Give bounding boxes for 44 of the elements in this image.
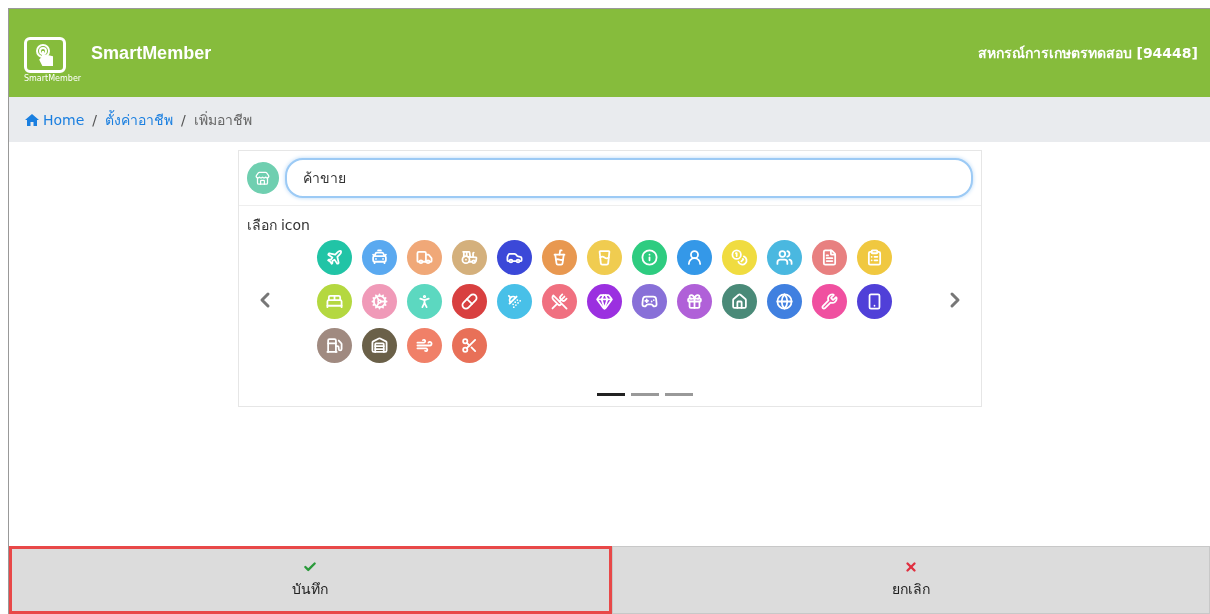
car-icon[interactable] xyxy=(496,240,532,275)
person-icon[interactable] xyxy=(676,240,712,275)
cancel-button[interactable]: ยกเลิก xyxy=(611,546,1210,614)
utensils-icon[interactable] xyxy=(541,284,577,319)
icon-picker-label: เลือก icon xyxy=(245,216,311,235)
info-icon[interactable] xyxy=(631,240,667,275)
wrench-icon[interactable] xyxy=(811,284,847,319)
breadcrumb-link[interactable]: ตั้งค่าอาชีพ xyxy=(105,108,174,131)
bed-icon[interactable] xyxy=(316,284,352,319)
carousel-indicator[interactable] xyxy=(596,393,625,396)
hand-touch-logo-icon xyxy=(24,37,66,73)
home-icon xyxy=(25,113,39,126)
shower-icon[interactable] xyxy=(496,284,532,319)
pill-icon[interactable] xyxy=(451,284,487,319)
taxi-icon[interactable] xyxy=(361,240,397,275)
tractor-icon[interactable] xyxy=(451,240,487,275)
people-icon[interactable] xyxy=(766,240,802,275)
scissors-icon[interactable] xyxy=(451,328,487,363)
logo-caption: SmartMember xyxy=(24,74,82,83)
breadcrumb-separator: / xyxy=(92,111,98,128)
clipboard-icon[interactable] xyxy=(856,240,892,275)
occupation-name-field[interactable]: ค้าขาย xyxy=(284,158,973,198)
gear-icon[interactable] xyxy=(361,284,397,319)
gift-icon[interactable] xyxy=(676,284,712,319)
close-icon xyxy=(903,560,918,574)
plane-icon[interactable] xyxy=(316,240,352,275)
breadcrumb-separator: / xyxy=(181,111,186,128)
current-page: เพิ่มอาชีพ xyxy=(193,110,252,130)
document-icon[interactable] xyxy=(811,240,847,275)
check-icon xyxy=(303,560,318,574)
brand-name: SmartMember xyxy=(91,42,212,64)
wind-icon[interactable] xyxy=(406,328,442,363)
house-icon[interactable] xyxy=(721,284,757,319)
glass-icon[interactable] xyxy=(586,240,622,275)
save-button[interactable]: บันทึก xyxy=(9,546,612,614)
cup-icon[interactable] xyxy=(541,240,577,275)
globe-icon[interactable] xyxy=(766,284,802,319)
gamepad-icon[interactable] xyxy=(631,284,667,319)
fuel-pump-icon[interactable] xyxy=(316,328,352,363)
truck-icon[interactable] xyxy=(406,240,442,275)
organization-name: สหกรณ์การเกษตรทดสอบ [94448] xyxy=(977,44,1198,63)
phone-icon[interactable] xyxy=(856,284,892,319)
gem-icon[interactable] xyxy=(586,284,622,319)
garage-icon[interactable] xyxy=(361,328,397,363)
